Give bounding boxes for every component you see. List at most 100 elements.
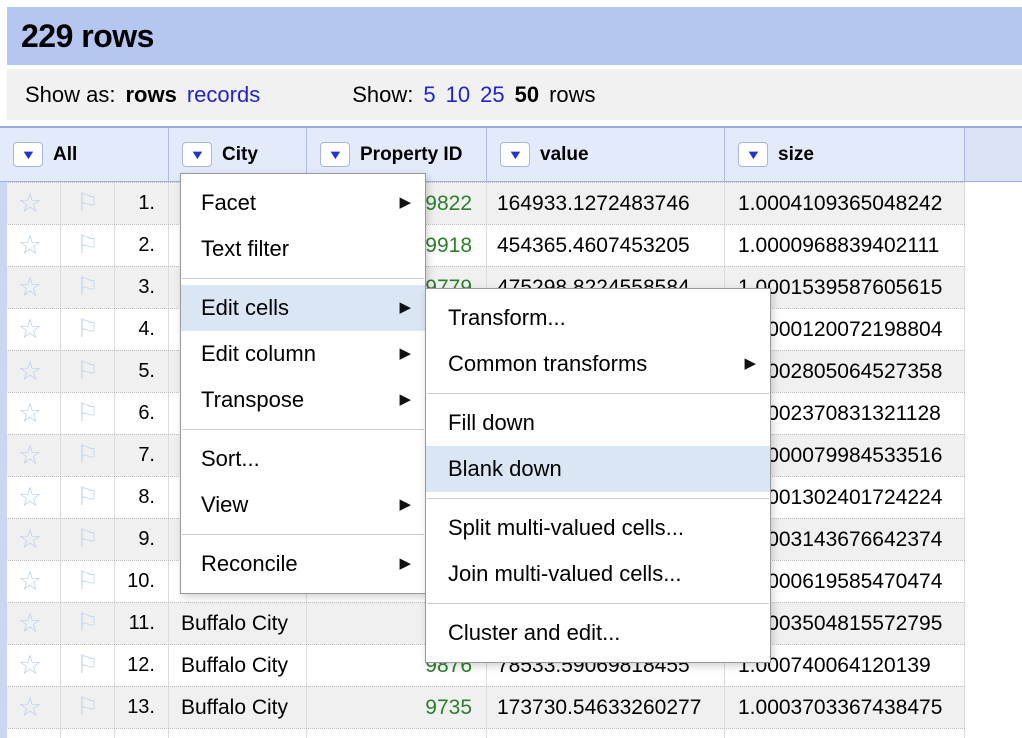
menu-separator [427, 498, 769, 499]
page-size-25-link[interactable]: 25 [480, 82, 504, 108]
row-star-button[interactable]: ☆ [0, 729, 61, 738]
menu-item-sort[interactable]: Sort... [181, 436, 425, 482]
menu-item-edit-column[interactable]: Edit column ▶ [181, 331, 425, 377]
menu-item-transpose[interactable]: Transpose ▶ [181, 377, 425, 423]
page-size-10-link[interactable]: 10 [446, 82, 470, 108]
flag-icon[interactable]: ⚐ [76, 695, 98, 720]
cell-size[interactable] [725, 729, 965, 738]
cell-property-id[interactable]: 9735 [307, 687, 487, 728]
cell-city[interactable]: Buffalo City [169, 687, 307, 728]
row-star-button[interactable]: ☆ [0, 183, 61, 224]
row-star-button[interactable]: ☆ [0, 267, 61, 308]
row-flag-button[interactable]: ⚐ [61, 645, 115, 686]
flag-icon[interactable]: ⚐ [76, 485, 98, 510]
property-id-column-dropdown-button[interactable]: ▼ [320, 142, 350, 167]
cell-city[interactable]: Buffalo City [169, 729, 307, 738]
row-flag-button[interactable]: ⚐ [61, 225, 115, 266]
column-header-blank [965, 128, 1022, 181]
star-icon[interactable]: ☆ [18, 568, 42, 595]
row-star-button[interactable]: ☆ [0, 687, 61, 728]
value-column-label: value [540, 143, 589, 165]
row-star-button[interactable]: ☆ [0, 477, 61, 518]
flag-icon[interactable]: ⚐ [76, 275, 98, 300]
flag-icon[interactable]: ⚐ [76, 317, 98, 342]
menu-item-view[interactable]: View ▶ [181, 482, 425, 528]
menu-item-reconcile[interactable]: Reconcile ▶ [181, 541, 425, 587]
row-flag-button[interactable]: ⚐ [61, 351, 115, 392]
cell-size[interactable]: 1.0003703367438475 [725, 687, 965, 728]
menu-item-blank-down[interactable]: Blank down [426, 446, 770, 492]
menu-item-cluster-and-edit[interactable]: Cluster and edit... [426, 610, 770, 656]
row-flag-button[interactable]: ⚐ [61, 519, 115, 560]
row-flag-button[interactable]: ⚐ [61, 267, 115, 308]
size-column-dropdown-button[interactable]: ▼ [738, 142, 768, 167]
star-icon[interactable]: ☆ [18, 484, 42, 511]
cell-value[interactable]: 164933.1272483746 [487, 183, 725, 224]
row-flag-button[interactable]: ⚐ [61, 435, 115, 476]
show-as-records-link[interactable]: records [187, 82, 260, 108]
submenu-arrow-icon: ▶ [399, 555, 411, 572]
row-star-button[interactable]: ☆ [0, 393, 61, 434]
row-star-button[interactable]: ☆ [0, 603, 61, 644]
cell-property-id[interactable] [307, 729, 487, 738]
row-star-button[interactable]: ☆ [0, 645, 61, 686]
flag-icon[interactable]: ⚐ [76, 233, 98, 258]
star-icon[interactable]: ☆ [18, 694, 42, 721]
all-column-dropdown-button[interactable]: ▼ [13, 142, 43, 167]
star-icon[interactable]: ☆ [18, 358, 42, 385]
star-icon[interactable]: ☆ [18, 652, 42, 679]
row-star-button[interactable]: ☆ [0, 309, 61, 350]
menu-item-common-transforms[interactable]: Common transforms ▶ [426, 341, 770, 387]
menu-item-text-filter[interactable]: Text filter [181, 226, 425, 272]
menu-item-transform[interactable]: Transform... [426, 295, 770, 341]
menu-item-edit-cells[interactable]: Edit cells ▶ [181, 285, 425, 331]
column-header-all: ▼ All [0, 128, 169, 181]
flag-icon[interactable]: ⚐ [76, 527, 98, 552]
star-icon[interactable]: ☆ [18, 400, 42, 427]
cell-value[interactable]: 454365.4607453205 [487, 225, 725, 266]
menu-separator [182, 534, 424, 535]
city-column-dropdown-button[interactable]: ▼ [182, 142, 212, 167]
row-flag-button[interactable]: ⚐ [61, 729, 115, 738]
flag-icon[interactable]: ⚐ [76, 191, 98, 216]
row-flag-button[interactable]: ⚐ [61, 561, 115, 602]
row-flag-button[interactable]: ⚐ [61, 393, 115, 434]
flag-icon[interactable]: ⚐ [76, 401, 98, 426]
cell-value[interactable] [487, 729, 725, 738]
menu-item-join-multi-valued-cells[interactable]: Join multi-valued cells... [426, 551, 770, 597]
star-icon[interactable]: ☆ [18, 316, 42, 343]
value-column-dropdown-button[interactable]: ▼ [500, 142, 530, 167]
flag-icon[interactable]: ⚐ [76, 611, 98, 636]
star-icon[interactable]: ☆ [18, 526, 42, 553]
cell-size[interactable]: 1.0000968839402111 [725, 225, 965, 266]
menu-item-fill-down[interactable]: Fill down [426, 400, 770, 446]
menu-item-facet[interactable]: Facet ▶ [181, 180, 425, 226]
star-icon[interactable]: ☆ [18, 274, 42, 301]
star-icon[interactable]: ☆ [18, 232, 42, 259]
flag-icon[interactable]: ⚐ [76, 653, 98, 678]
flag-icon[interactable]: ⚐ [76, 569, 98, 594]
row-star-button[interactable]: ☆ [0, 351, 61, 392]
row-flag-button[interactable]: ⚐ [61, 183, 115, 224]
cell-size[interactable]: 1.0004109365048242 [725, 183, 965, 224]
flag-icon[interactable]: ⚐ [76, 359, 98, 384]
row-star-button[interactable]: ☆ [0, 561, 61, 602]
row-star-button[interactable]: ☆ [0, 225, 61, 266]
page-size-5-link[interactable]: 5 [423, 82, 435, 108]
row-flag-button[interactable]: ⚐ [61, 477, 115, 518]
row-star-button[interactable]: ☆ [0, 435, 61, 476]
star-icon[interactable]: ☆ [18, 442, 42, 469]
menu-item-split-multi-valued-cells[interactable]: Split multi-valued cells... [426, 505, 770, 551]
star-icon[interactable]: ☆ [18, 190, 42, 217]
cell-city[interactable]: Buffalo City [169, 603, 307, 644]
row-star-button[interactable]: ☆ [0, 519, 61, 560]
row-flag-button[interactable]: ⚐ [61, 687, 115, 728]
flag-icon[interactable]: ⚐ [76, 443, 98, 468]
table-row: ☆⚐14.Buffalo City [0, 728, 965, 738]
cell-value[interactable]: 173730.54633260277 [487, 687, 725, 728]
cell-city[interactable]: Buffalo City [169, 645, 307, 686]
show-as-rows-option: rows [125, 81, 177, 107]
row-flag-button[interactable]: ⚐ [61, 603, 115, 644]
row-flag-button[interactable]: ⚐ [61, 309, 115, 350]
star-icon[interactable]: ☆ [18, 610, 42, 637]
